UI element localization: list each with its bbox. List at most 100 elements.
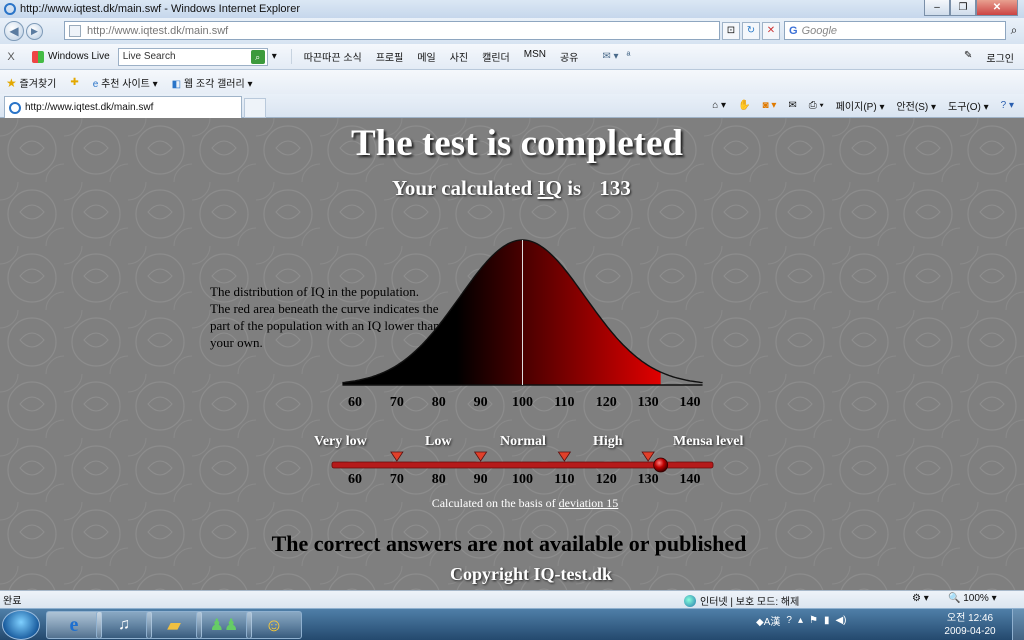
web-slice-gallery-link[interactable]: ◧ 웹 조각 갤러리 ▾ [172, 75, 253, 90]
toolbar-link-news[interactable]: 따끈따끈 소식 [304, 49, 362, 64]
toolbar-link-calendar[interactable]: 캘린더 [482, 49, 510, 64]
forward-button[interactable]: ▶ [26, 22, 43, 40]
refresh-icon[interactable]: ↻ [742, 22, 760, 40]
taskbar-chat-button[interactable]: ☺ [246, 611, 302, 639]
tray-expand-icon[interactable]: ▴ [798, 615, 803, 626]
toolbar-link-profile[interactable]: 프로필 [376, 49, 404, 64]
security-zone[interactable]: 인터넷 | 보호 모드: 해제 [684, 593, 799, 608]
toolbar-right: ✎ 로그인 [964, 50, 1014, 65]
taskbar-explorer-button[interactable]: ▰ [146, 611, 202, 639]
search-placeholder: Google [801, 24, 838, 37]
status-text: 완료 [3, 596, 22, 607]
web-slice-icon: ◧ [171, 78, 182, 90]
curve-tick-label: 100 [512, 395, 533, 410]
edit-icon[interactable]: ✎ [964, 50, 972, 65]
live-toolbar: X Windows Live Live Search ⌕ ▾ 따끈따끈 소식 프… [0, 44, 1024, 70]
ie-window: http://www.iqtest.dk/main.swf - Windows … [0, 0, 1024, 640]
stop-icon[interactable]: ✕ [762, 22, 780, 40]
shaded-area [342, 240, 661, 385]
messenger-icon: ♟♟ [209, 617, 239, 634]
taskbar-ie-button[interactable]: e [46, 611, 102, 639]
url-buttons: ⊡ ↻ ✕ [722, 22, 780, 40]
curve-tick-label: 70 [390, 395, 404, 410]
taskbar-messenger-button[interactable]: ♟♟ [196, 611, 252, 639]
folder-icon: ▰ [167, 614, 181, 635]
mail-icon[interactable]: ✉ ▾ [602, 51, 618, 62]
add-favorite-icon[interactable]: ✚ [70, 77, 78, 88]
toolbar-link-share[interactable]: 공유 [560, 49, 578, 64]
tray-ime-icon[interactable]: ◆A漢 [756, 613, 780, 628]
start-button[interactable] [2, 610, 40, 640]
category-marker [473, 451, 488, 462]
close-button[interactable]: ✕ [976, 0, 1018, 16]
category-high: High [593, 434, 623, 449]
back-button[interactable]: ◀ [4, 21, 24, 41]
category-mensa: Mensa level [673, 434, 744, 449]
toolbar-links: 따끈따끈 소식 프로필 메일 사진 캘린더 MSN 공유 [290, 49, 578, 64]
search-icon[interactable]: ⌕ [1006, 22, 1022, 39]
tray-volume-icon[interactable]: ◀) [835, 615, 846, 626]
login-link[interactable]: 로그인 [986, 50, 1014, 65]
zone-settings-icon[interactable]: ⚙ ▾ [912, 593, 929, 604]
zoom-control[interactable]: 🔍 100% ▾ [948, 593, 997, 604]
taskbar-media-button[interactable]: ♫ [96, 611, 152, 639]
tab-ie-icon [9, 101, 21, 114]
window-title: http://www.iqtest.dk/main.swf - Windows … [20, 3, 300, 15]
compat-view-icon[interactable]: ⊡ [722, 22, 740, 40]
command-bar: ⌂ ▾ ✋ ◙ ▾ ✉ ⎙ ▾ 페이지(P) ▾ 안전(S) ▾ 도구(O) ▾… [712, 98, 1014, 113]
live-search-placeholder: Live Search [122, 51, 176, 62]
read-mail-icon[interactable]: ✉ [788, 100, 796, 111]
tab-iqtest[interactable]: http://www.iqtest.dk/main.swf [4, 96, 242, 118]
flash-content[interactable]: The test is completed Your calculated IQ… [0, 118, 1024, 590]
clock-time: 오전 12:46 [946, 613, 994, 624]
maximize-button[interactable]: ❐ [950, 0, 976, 16]
show-desktop-button[interactable] [1012, 609, 1024, 640]
favorites-button[interactable]: ★ 즐겨찾기 [6, 75, 56, 90]
curve-tick-label: 130 [638, 395, 659, 410]
category-very-low: Very low [314, 434, 367, 449]
scale-tick-label: 80 [432, 472, 446, 487]
hand-icon[interactable]: ✋ [738, 100, 750, 111]
deviation-link[interactable]: deviation 15 [559, 496, 619, 510]
category-marker [641, 451, 655, 462]
tools-menu[interactable]: 도구(O) ▾ [948, 98, 989, 113]
copyright: Copyright IQ-test.dk [449, 564, 612, 584]
address-bar: ◀ ▶ http://www.iqtest.dk/main.swf ⊡ ↻ ✕ … [0, 18, 1024, 44]
search-dropdown-icon[interactable]: ▾ [272, 51, 277, 62]
system-tray: ◆A漢 ? ▴ ⚑ ▮ ◀) [756, 613, 846, 628]
new-tab-button[interactable] [244, 98, 266, 118]
tray-help-icon[interactable]: ? [786, 615, 792, 626]
print-icon[interactable]: ⎙ ▾ [809, 100, 824, 111]
help-menu[interactable]: ? ▾ [1001, 100, 1014, 111]
toolbar-close-button[interactable]: X [0, 51, 22, 63]
minimize-button[interactable]: ‒ [924, 0, 950, 16]
page-menu[interactable]: 페이지(P) ▾ [836, 98, 885, 113]
curve-tick-label: 90 [474, 395, 488, 410]
tray-flag-icon[interactable]: ⚑ [809, 615, 818, 626]
feeds-icon[interactable]: ◙ ▾ [763, 100, 777, 111]
suggested-sites-link[interactable]: e 추천 사이트 ▾ [93, 75, 158, 90]
search-input[interactable]: G Google [784, 21, 1006, 40]
windows-live-label: Windows Live [48, 51, 110, 62]
live-search-go-icon[interactable]: ⌕ [250, 49, 265, 64]
curve-tick-label: 80 [432, 395, 446, 410]
curve-tick-label: 110 [554, 395, 574, 410]
clock[interactable]: 오전 12:46 2009-04-20 [938, 612, 1002, 638]
toolbar-link-msn[interactable]: MSN [524, 49, 546, 64]
google-icon: G [789, 24, 798, 37]
translate-icon[interactable]: ª [627, 51, 631, 62]
tab-row: http://www.iqtest.dk/main.swf ⌂ ▾ ✋ ◙ ▾ … [0, 94, 1024, 118]
scale-tick-label: 120 [596, 472, 617, 487]
toolbar-link-photos[interactable]: 사진 [450, 49, 468, 64]
ie-logo-icon [4, 3, 16, 15]
url-input[interactable]: http://www.iqtest.dk/main.swf [64, 21, 720, 40]
tray-network-icon[interactable]: ▮ [824, 615, 830, 626]
iq-result-screen: The test is completed Your calculated IQ… [0, 118, 1024, 590]
safety-menu[interactable]: 안전(S) ▾ [896, 98, 936, 113]
title-bar: http://www.iqtest.dk/main.swf - Windows … [0, 0, 1024, 18]
toolbar-link-mail[interactable]: 메일 [417, 49, 435, 64]
windows-live-button[interactable]: Windows Live [32, 50, 110, 63]
home-icon[interactable]: ⌂ ▾ [712, 100, 726, 111]
live-search-input[interactable]: Live Search ⌕ [117, 47, 268, 66]
taskbar: e ♫ ▰ ♟♟ ☺ ◆A漢 ? ▴ ⚑ ▮ ◀) 오전 12:46 2009-… [0, 608, 1024, 640]
